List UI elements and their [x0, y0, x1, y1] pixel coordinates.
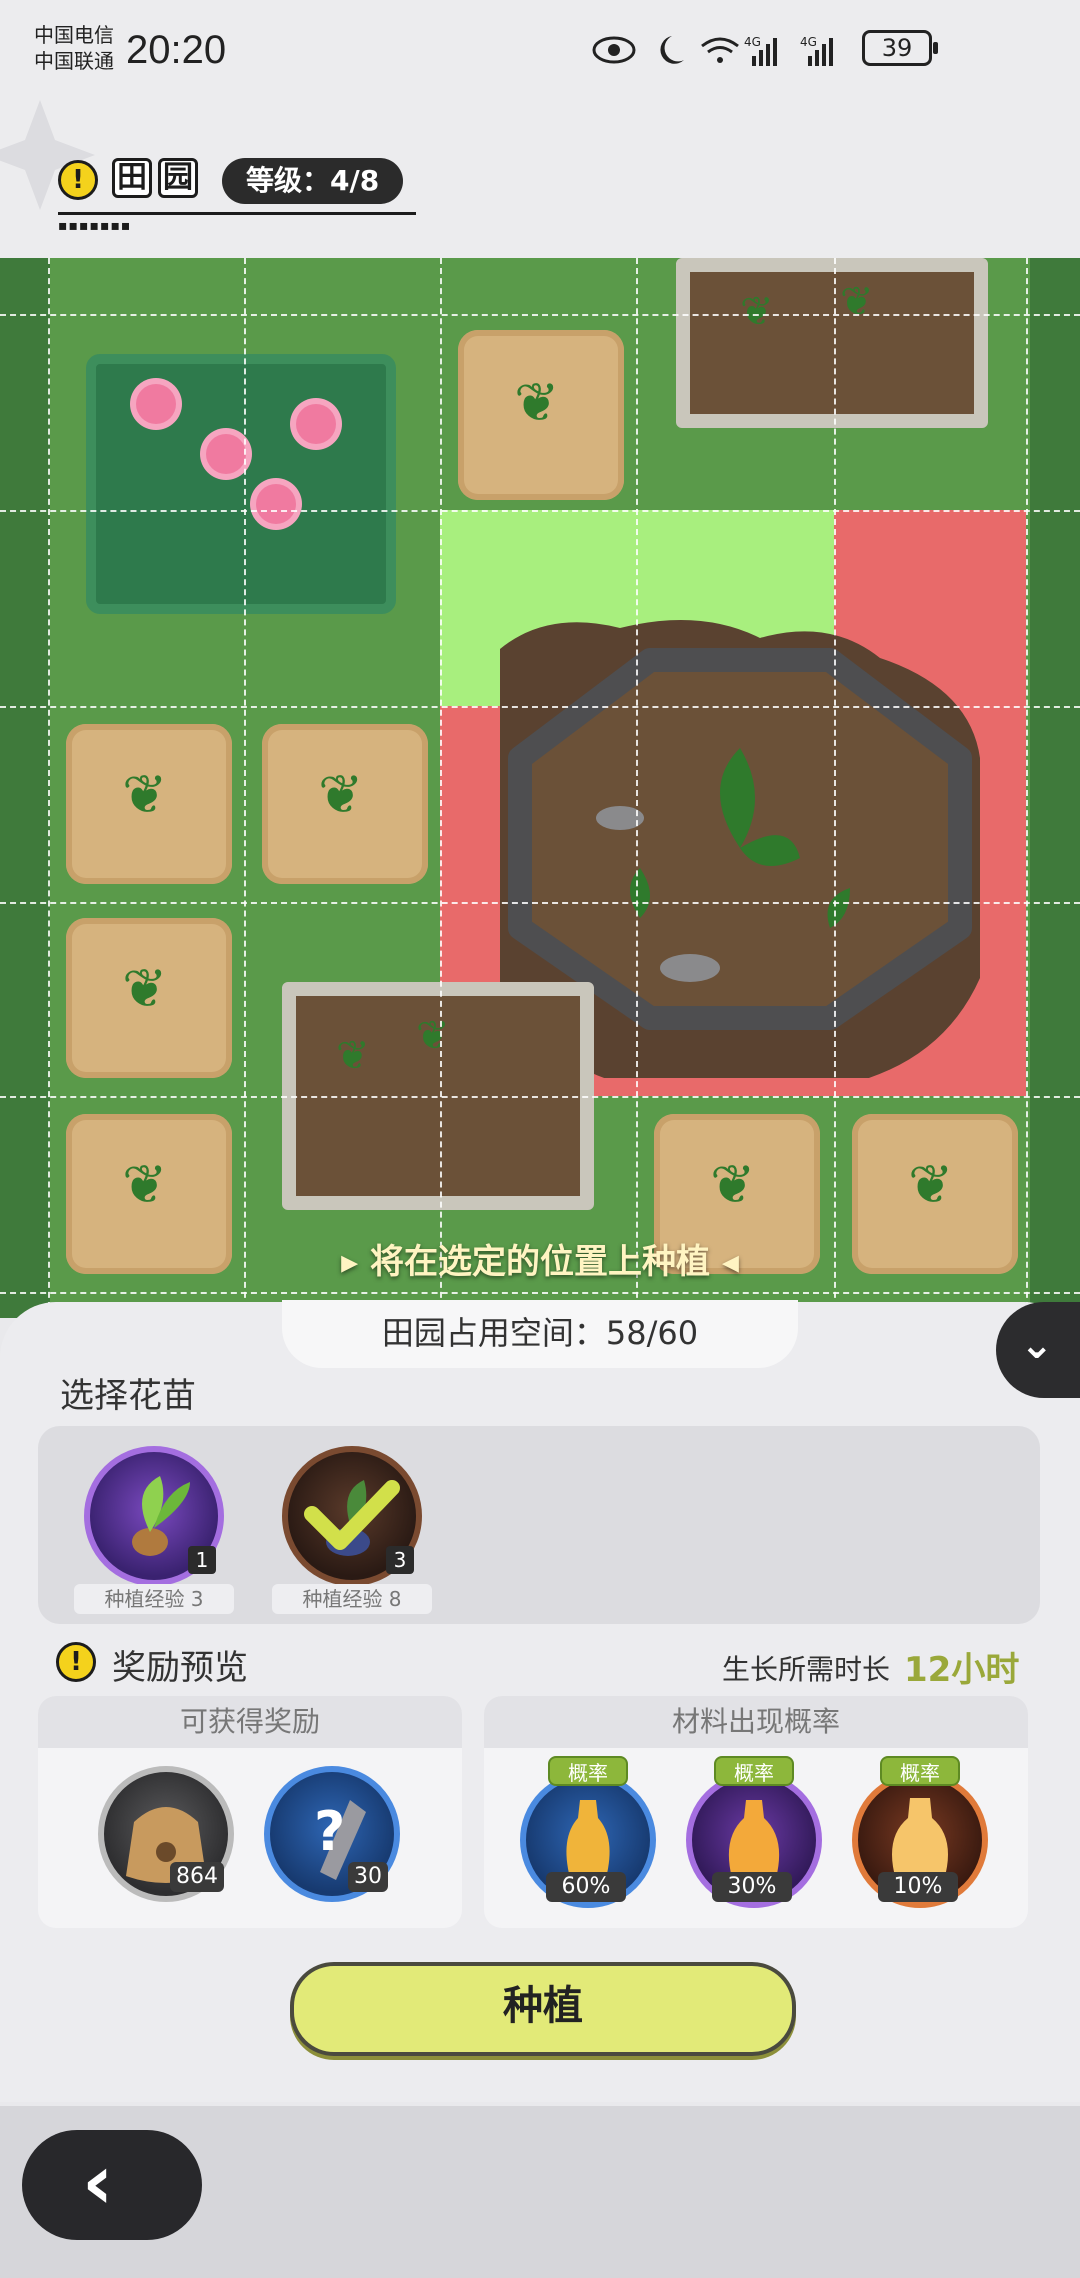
probability-tag: 概率	[880, 1756, 960, 1786]
grid-line	[244, 258, 246, 1318]
plant-button[interactable]: 种植	[290, 1962, 796, 2056]
material-rate: 10%	[878, 1872, 958, 1902]
seedling-icon: ❦	[416, 1013, 450, 1059]
seedling-icon: ❦	[908, 1153, 954, 1216]
flower-icon	[206, 434, 246, 474]
title-char: 田	[112, 158, 152, 198]
flower-icon	[256, 484, 296, 524]
grid-line	[0, 1096, 1080, 1098]
grid-line	[1026, 258, 1028, 1318]
page-title: 田 园	[112, 158, 198, 198]
battery-indicator: 39	[862, 30, 932, 66]
grid-line	[636, 258, 638, 1318]
status-icons-svg: 4G 4G	[592, 35, 833, 66]
status-bar: 中国电信 中国联通 20:20 4G 4G 39	[0, 0, 1080, 110]
level-badge: 等级：4/8	[222, 158, 404, 204]
seed-count: 1	[188, 1546, 216, 1574]
seedling-icon: ❦	[122, 763, 168, 826]
seed-exp-label: 种植经验 8	[272, 1584, 432, 1614]
chevron-down-icon: ⌄	[1020, 1322, 1054, 1368]
placement-hint-text: 将在选定的位置上种植	[370, 1242, 710, 1282]
info-badge-icon[interactable]: !	[58, 160, 98, 200]
seedling-icon: ❦	[840, 279, 874, 325]
seed-item[interactable]: 3 种植经验 8	[272, 1446, 432, 1616]
reward-count: 864	[170, 1862, 224, 1892]
probability-tag: 概率	[714, 1756, 794, 1786]
battery-nub	[933, 42, 938, 54]
grid-line	[0, 314, 1080, 316]
flower-bed[interactable]	[86, 354, 396, 614]
title-dots: ▪▪▪▪▪▪▪	[58, 218, 132, 234]
eye-icon	[592, 36, 636, 64]
signal-4g-icon: 4G	[800, 35, 833, 66]
reward-section-title: 奖励预览	[112, 1648, 248, 1688]
wifi-icon	[701, 37, 739, 63]
seedling-icon: ❦	[514, 371, 560, 434]
placement-hint: ▸ 将在选定的位置上种植 ◂	[0, 1234, 1080, 1283]
seedling-icon: ❦	[710, 1153, 756, 1216]
svg-text:?: ?	[314, 1800, 345, 1863]
garden-grid[interactable]: ❦ ❦ ❦ ❦ ❦ ❦ ❦ ❦ ❦ ❦ ❦ ▸ 将在选定的位置上种植 ◂	[0, 258, 1080, 1318]
battery-level: 39	[881, 34, 913, 62]
grid-line	[440, 258, 442, 1318]
grid-line	[834, 258, 836, 1318]
flower-icon	[296, 404, 336, 444]
seedling-icon: ❦	[740, 289, 774, 335]
clock: 20:20	[126, 28, 227, 72]
seed-exp-label: 种植经验 3	[74, 1584, 234, 1614]
material-rate: 60%	[546, 1872, 626, 1902]
grid-line	[0, 1292, 1080, 1294]
back-button[interactable]: ‹	[22, 2130, 202, 2240]
svg-text:4G: 4G	[744, 35, 761, 49]
dirt-bed[interactable]: ❦ ❦	[676, 258, 988, 428]
forest-edge-left	[0, 258, 50, 1318]
flower-icon	[136, 384, 176, 424]
garden-plot[interactable]: ❦	[262, 724, 428, 884]
garden-plot[interactable]: ❦	[66, 918, 232, 1078]
seedling-icon: ❦	[122, 957, 168, 1020]
seed-section-title: 选择花苗	[60, 1376, 196, 1416]
seed-count: 3	[386, 1546, 414, 1574]
forest-edge-right	[1030, 258, 1080, 1318]
grid-line	[48, 258, 50, 1318]
garden-plot[interactable]: ❦	[458, 330, 624, 500]
info-icon: !	[56, 1642, 96, 1682]
title-underline	[58, 212, 416, 215]
probability-tag: 概率	[548, 1756, 628, 1786]
seedling-icon: ❦	[122, 1153, 168, 1216]
grid-line	[0, 902, 1080, 904]
moon-icon	[660, 36, 684, 64]
growth-time-value: 12小时	[904, 1650, 1020, 1690]
back-arrow-icon: ‹	[82, 2137, 114, 2226]
title-char: 园	[158, 158, 198, 198]
seedling-icon: ❦	[318, 763, 364, 826]
status-icons: 4G 4G	[592, 30, 882, 70]
signal-4g-icon: 4G	[744, 35, 777, 66]
svg-text:4G: 4G	[800, 35, 817, 49]
grid-line	[0, 510, 1080, 512]
hint-arrow-icon: ◂	[710, 1242, 739, 1282]
material-rate: 30%	[712, 1872, 792, 1902]
garden-space-label: 田园占用空间：58/60	[282, 1300, 798, 1368]
seedling-icon: ❦	[336, 1033, 370, 1079]
garden-plot[interactable]: ❦	[66, 724, 232, 884]
grid-line	[0, 706, 1080, 708]
decor-emblem-icon	[0, 100, 95, 210]
reward-count: 30	[348, 1862, 388, 1892]
growth-time-label: 生长所需时长	[722, 1653, 891, 1686]
rewards-header: 可获得奖励	[38, 1696, 462, 1748]
seed-item[interactable]: 1 种植经验 3	[74, 1446, 234, 1616]
materials-header: 材料出现概率	[484, 1696, 1028, 1748]
hint-arrow-icon: ▸	[341, 1242, 370, 1282]
